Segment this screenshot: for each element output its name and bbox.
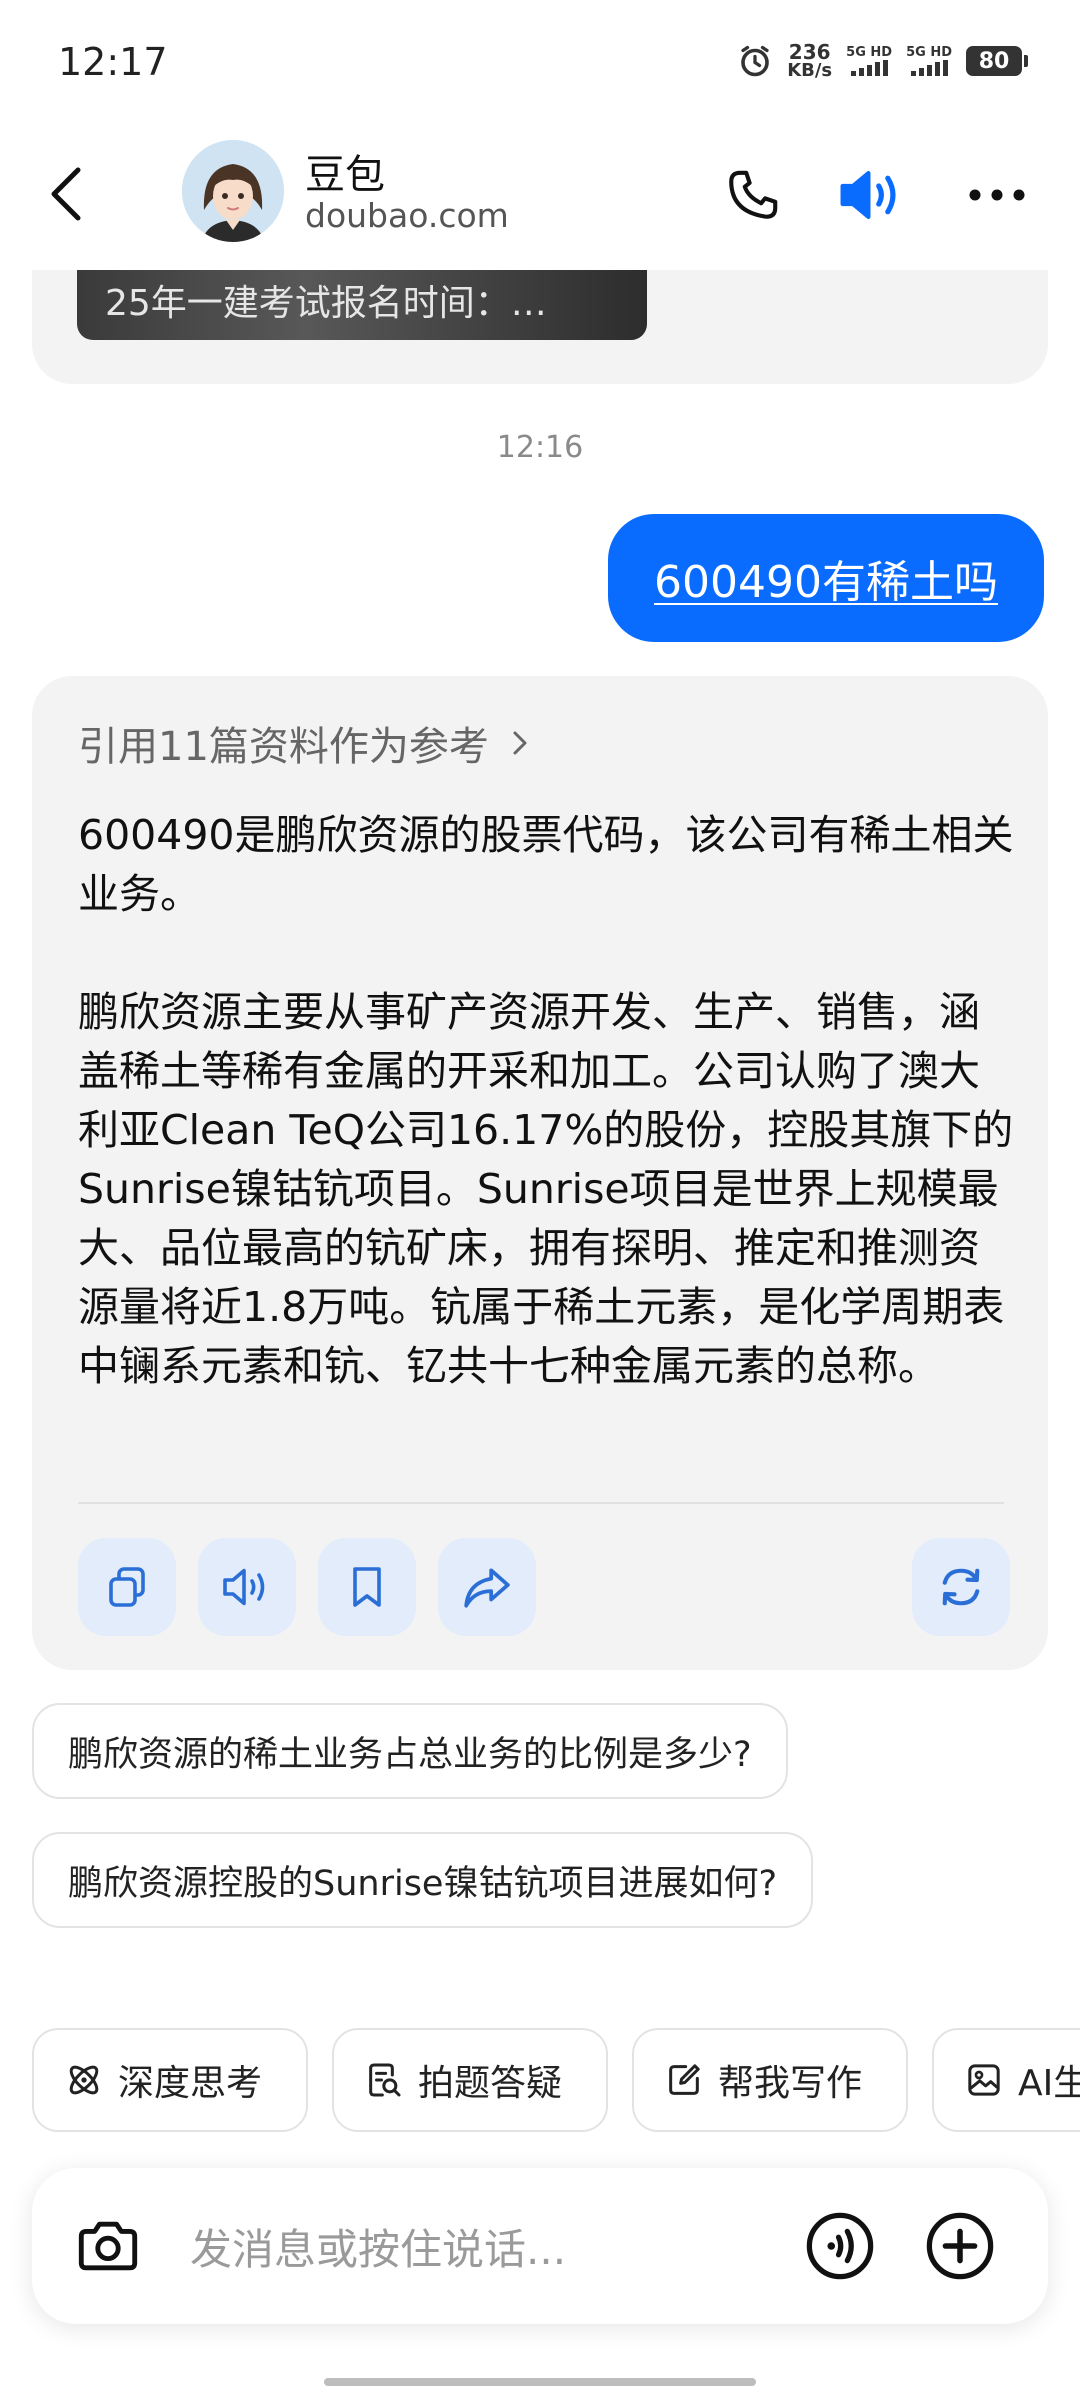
home-indicator[interactable] xyxy=(324,2378,756,2386)
copy-button[interactable] xyxy=(78,1538,176,1636)
add-attachment-button[interactable] xyxy=(922,2208,998,2284)
voice-wave-icon xyxy=(806,2212,874,2280)
bookmark-button[interactable] xyxy=(318,1538,416,1636)
back-button[interactable] xyxy=(40,158,100,228)
status-icons: 236 KB/s 5G HD 5G HD 80 xyxy=(737,42,1028,80)
chip-deep-think[interactable]: 深度思考 xyxy=(32,2028,308,2132)
previous-image-preview[interactable]: 25年一建考试报名时间：… xyxy=(77,270,647,340)
avatar[interactable] xyxy=(182,140,284,242)
refresh-icon xyxy=(942,1568,980,1606)
bot-name: 豆包 xyxy=(305,152,385,198)
network-speed: 236 KB/s xyxy=(787,42,832,80)
references-label: 引用11篇资料作为参考 xyxy=(78,724,489,770)
previous-image-caption: 25年一建考试报名时间：… xyxy=(105,283,547,324)
copy-icon xyxy=(109,1567,145,1607)
answer-body: 600490是鹏欣资源的股票代码，该公司有稀土相关业务。 鹏欣资源主要从事矿产资… xyxy=(78,806,1018,1396)
answer-paragraph: 600490是鹏欣资源的股票代码，该公司有稀土相关业务。 xyxy=(78,811,1014,918)
alarm-icon xyxy=(741,45,769,77)
status-time: 12:17 xyxy=(58,40,168,84)
signal-bars-icon xyxy=(910,60,948,77)
message-input[interactable]: 发消息或按住说话... xyxy=(190,2216,566,2277)
deep-think-icon xyxy=(69,2065,99,2095)
bot-domain: doubao.com xyxy=(305,196,509,235)
speaker-on-icon xyxy=(840,170,896,220)
user-message-text[interactable]: 600490有稀土吗 xyxy=(654,546,998,610)
share-icon xyxy=(464,1568,510,1608)
chip-ai-image[interactable]: AI生 xyxy=(932,2028,1080,2132)
regenerate-button[interactable] xyxy=(912,1538,1010,1636)
signal-sim1: 5G HD xyxy=(846,44,893,77)
chip-write[interactable]: 帮我写作 xyxy=(632,2028,908,2132)
message-input-bar: 发消息或按住说话... xyxy=(32,2168,1048,2324)
chip-label: 帮我写作 xyxy=(718,2063,863,2104)
answer-paragraph: 鹏欣资源主要从事矿产资源开发、生产、销售，涵盖稀土等稀有金属的开采和加工。公司认… xyxy=(78,988,1014,1390)
write-icon xyxy=(669,2064,700,2095)
user-message-bubble[interactable]: 600490有稀土吗 xyxy=(608,514,1044,642)
chip-photo-question[interactable]: 拍题答疑 xyxy=(332,2028,608,2132)
chevron-left-icon xyxy=(51,167,81,221)
speaker-icon xyxy=(223,1568,265,1606)
sim1-label: 5G HD xyxy=(846,44,893,60)
read-aloud-toggle[interactable] xyxy=(836,160,906,230)
phone-icon xyxy=(729,170,778,219)
call-button[interactable] xyxy=(718,160,788,230)
status-bar: 12:17 236 KB/s 5G HD 5G HD 80 xyxy=(0,0,1080,120)
battery-icon: 80 xyxy=(966,46,1028,76)
bookmark-icon xyxy=(353,1567,381,1607)
camera-icon xyxy=(78,2221,138,2271)
speed-value: 236 xyxy=(788,40,831,64)
chip-label: AI生 xyxy=(1018,2063,1080,2104)
more-dots-icon xyxy=(969,189,1025,201)
chevron-right-icon xyxy=(513,731,527,755)
photo-question-icon xyxy=(369,2063,401,2097)
bot-answer-card: 引用11篇资料作为参考 600490是鹏欣资源的股票代码，该公司有稀土相关业务。… xyxy=(32,676,1048,1670)
voice-button[interactable] xyxy=(802,2208,878,2284)
feature-chips: 深度思考 拍题答疑 帮我写作 AI生 xyxy=(32,2028,1080,2132)
signal-sim2: 5G HD xyxy=(906,44,952,77)
battery-level: 80 xyxy=(978,48,1010,74)
share-button[interactable] xyxy=(438,1538,536,1636)
camera-button[interactable] xyxy=(70,2208,146,2284)
suggested-question[interactable]: 鹏欣资源控股的Sunrise镍钴钪项目进展如何? xyxy=(32,1832,814,1928)
signal-bars-icon xyxy=(850,60,888,77)
divider xyxy=(78,1502,1004,1504)
chip-label: 深度思考 xyxy=(118,2063,263,2104)
message-timestamp: 12:16 xyxy=(496,430,584,465)
more-options-button[interactable] xyxy=(962,160,1032,230)
avatar-portrait-icon xyxy=(182,140,284,242)
plus-circle-icon xyxy=(926,2212,994,2280)
read-aloud-button[interactable] xyxy=(198,1538,296,1636)
suggested-question[interactable]: 鹏欣资源的稀土业务占总业务的比例是多少? xyxy=(32,1703,788,1799)
image-icon xyxy=(968,2064,1000,2096)
sim2-label: 5G HD xyxy=(906,44,952,60)
chip-label: 拍题答疑 xyxy=(418,2063,563,2104)
speed-unit: KB/s xyxy=(787,60,833,81)
references-link[interactable]: 引用11篇资料作为参考 xyxy=(78,714,533,772)
chat-header: 豆包 doubao.com xyxy=(0,120,1080,270)
